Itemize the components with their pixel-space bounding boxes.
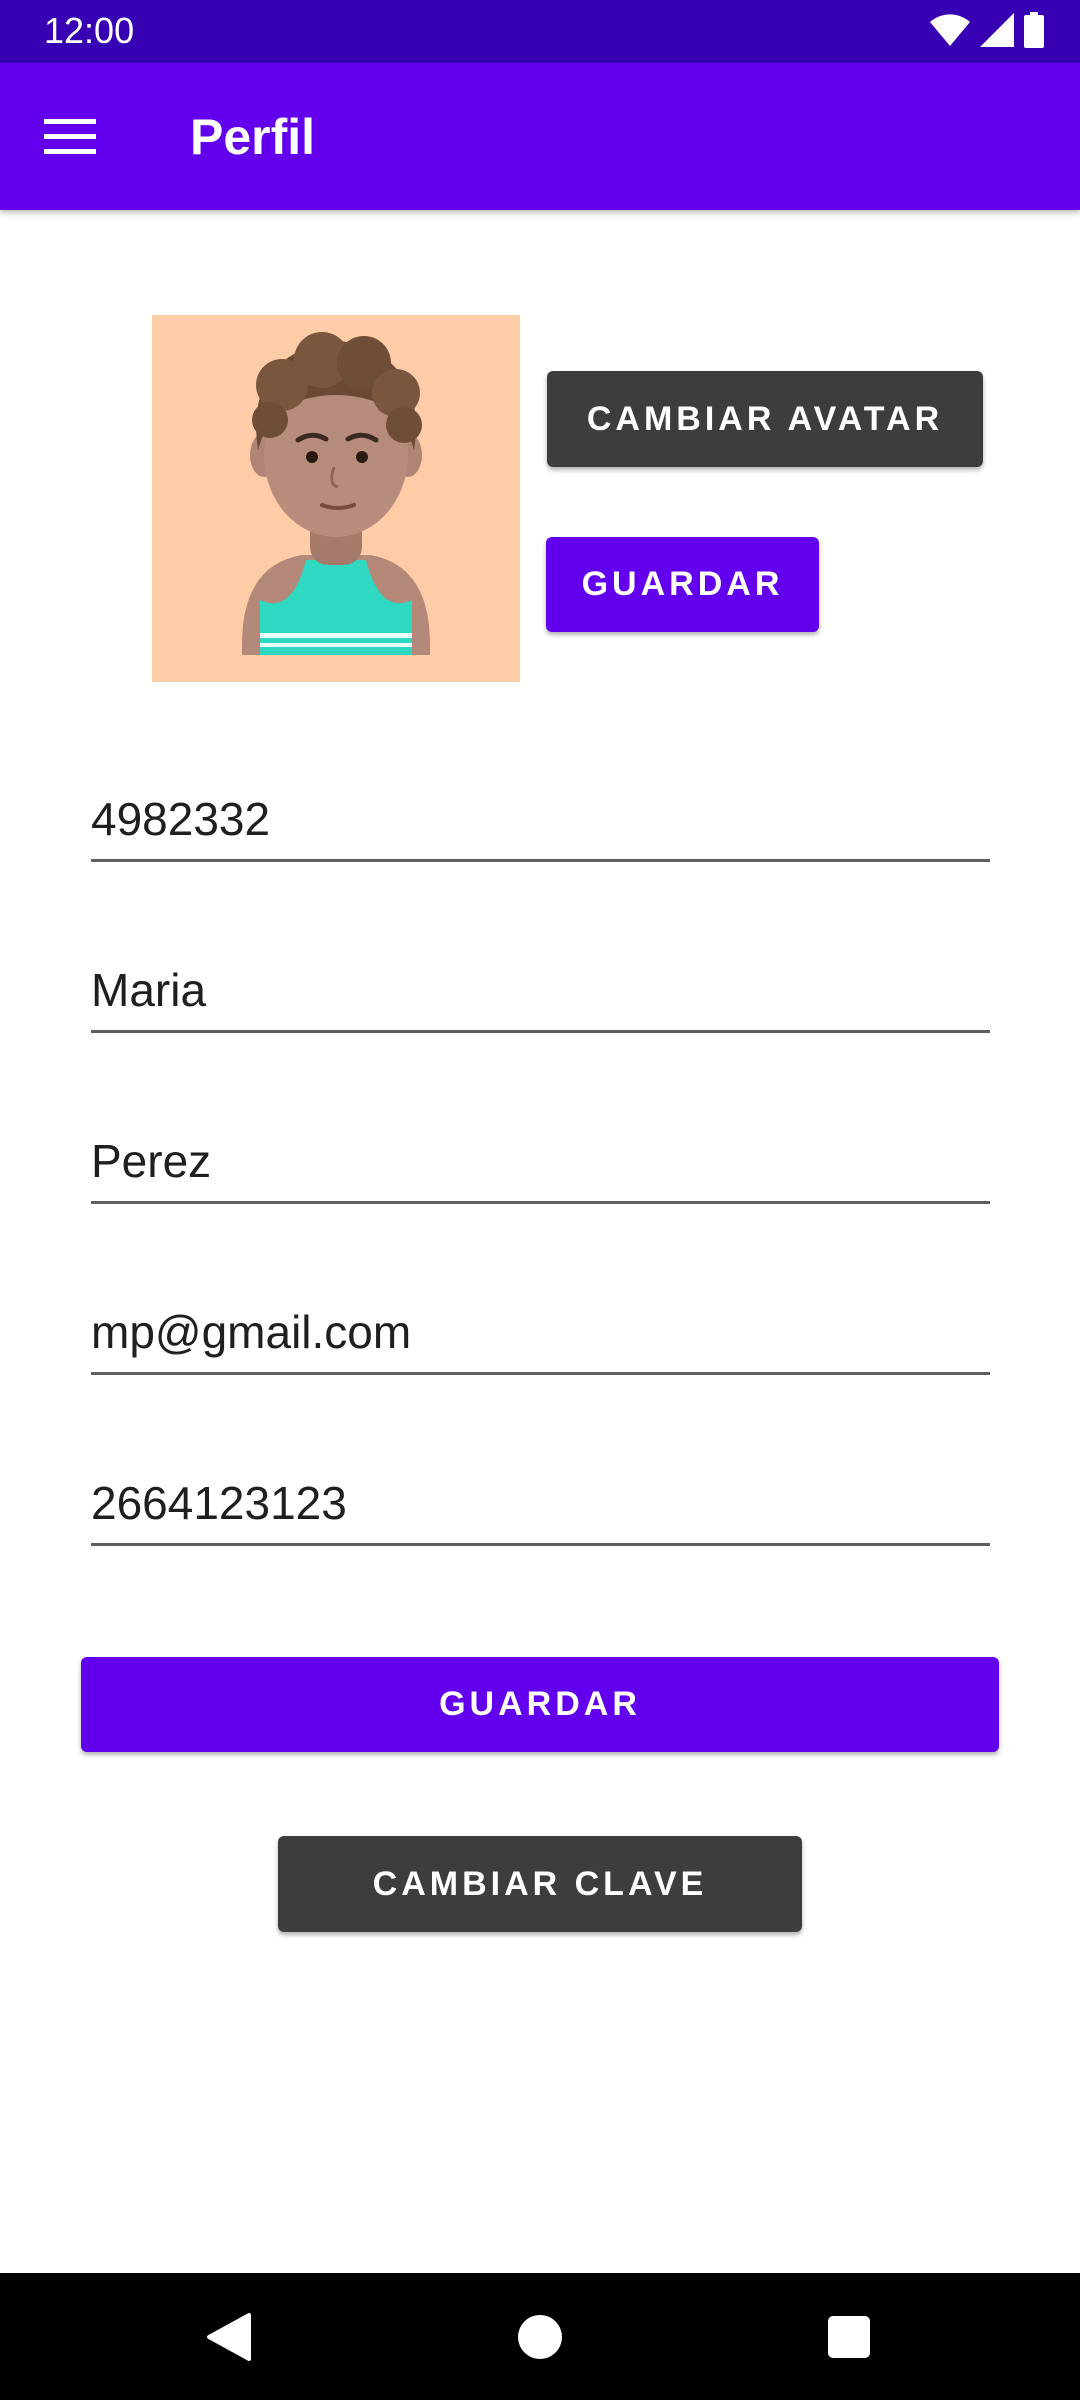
- hamburger-menu-icon[interactable]: [40, 109, 100, 165]
- first-name-field[interactable]: [91, 950, 990, 1033]
- save-button[interactable]: GUARDAR: [81, 1657, 999, 1752]
- phone-field[interactable]: [91, 1463, 990, 1546]
- status-time: 12:00: [44, 10, 135, 51]
- email-field[interactable]: [91, 1292, 990, 1375]
- change-password-button[interactable]: CAMBIAR CLAVE: [278, 1836, 802, 1932]
- recents-icon[interactable]: [813, 2301, 885, 2373]
- system-nav-bar: [0, 2273, 1080, 2400]
- status-bar: 12:00: [0, 0, 1080, 63]
- back-icon[interactable]: [193, 2301, 265, 2373]
- wifi-icon: [930, 13, 970, 52]
- avatar-image: [152, 315, 520, 682]
- last-name-field[interactable]: [91, 1121, 990, 1204]
- home-icon[interactable]: [504, 2301, 576, 2373]
- change-avatar-button[interactable]: CAMBIAR AVATAR: [547, 371, 983, 467]
- app-bar: Perfil: [0, 63, 1080, 210]
- status-icons: [930, 11, 1044, 53]
- save-avatar-button[interactable]: GUARDAR: [546, 537, 819, 632]
- dni-field[interactable]: [91, 779, 990, 862]
- battery-icon: [1024, 11, 1044, 53]
- cell-signal-icon: [980, 12, 1014, 52]
- page-title: Perfil: [190, 109, 316, 165]
